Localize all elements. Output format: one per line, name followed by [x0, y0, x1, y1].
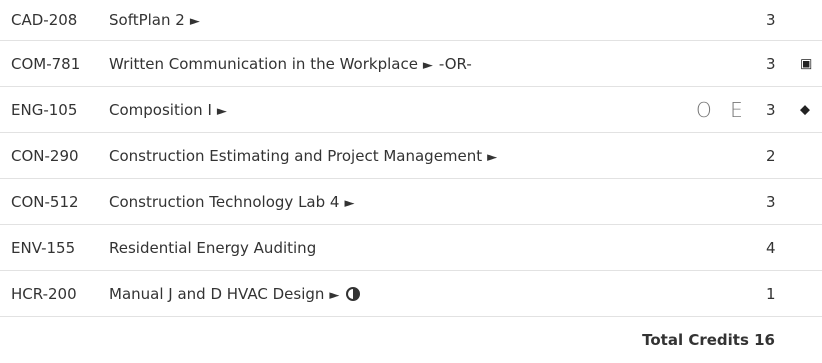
course-credits: 3	[766, 54, 776, 73]
course-title-group: Manual J and D HVAC Design ►	[109, 284, 361, 303]
course-code: ENG-105	[11, 100, 78, 119]
course-title-group: Residential Energy Auditing	[109, 239, 316, 257]
expand-arrow-icon[interactable]: ►	[329, 288, 339, 303]
course-code: COM-781	[11, 54, 81, 73]
course-credits: 3	[766, 192, 776, 211]
course-row: CAD-208 SoftPlan 2 ► 3	[0, 0, 822, 41]
course-row: CON-290 Construction Estimating and Proj…	[0, 133, 822, 179]
course-title-group: Composition I ►	[109, 101, 227, 119]
course-title: Residential Energy Auditing	[109, 238, 317, 257]
course-code: CON-290	[11, 146, 79, 165]
course-credits: 1	[766, 284, 776, 303]
course-flags: O E	[696, 97, 749, 122]
course-code: HCR-200	[11, 284, 77, 303]
course-title: Manual J and D HVAC Design	[109, 284, 325, 303]
total-row: Total Credits 16	[0, 317, 822, 363]
expand-arrow-icon[interactable]: ►	[217, 104, 227, 119]
total-credits: Total Credits 16	[642, 331, 775, 349]
expand-arrow-icon[interactable]: ►	[487, 150, 497, 165]
course-title: SoftPlan 2	[109, 11, 185, 29]
course-table: CAD-208 SoftPlan 2 ► 3 COM-781 Written Co…	[0, 0, 822, 363]
course-credits: 3	[766, 11, 776, 29]
expand-arrow-icon[interactable]: ►	[190, 14, 200, 29]
course-row: ENV-155 Residential Energy Auditing 4	[0, 225, 822, 271]
course-title-group: Construction Estimating and Project Mana…	[109, 147, 497, 165]
course-title: Composition I	[109, 100, 212, 119]
course-code: ENV-155	[11, 238, 76, 257]
course-credits: 2	[766, 146, 776, 165]
course-code: CAD-208	[11, 11, 78, 29]
course-title: Written Communication in the Workplace	[109, 54, 418, 73]
course-row: HCR-200 Manual J and D HVAC Design ► 1	[0, 271, 822, 317]
course-credits: 4	[766, 238, 776, 257]
course-title-group: Written Communication in the Workplace ► -…	[109, 55, 472, 73]
course-title-group: Construction Technology Lab 4 ►	[109, 193, 354, 211]
course-title: Construction Technology Lab 4	[109, 192, 340, 211]
course-row: COM-781 Written Communication in the Wor…	[0, 41, 822, 87]
expand-arrow-icon[interactable]: ►	[423, 58, 433, 73]
course-row: ENG-105 Composition I ► O E 3 ◆	[0, 87, 822, 133]
course-code: CON-512	[11, 192, 79, 211]
or-label: -OR-	[438, 54, 472, 73]
expand-arrow-icon[interactable]: ►	[344, 196, 354, 211]
course-credits: 3	[766, 100, 776, 119]
course-title-group: SoftPlan 2 ►	[109, 11, 200, 29]
half-circle-icon	[346, 286, 361, 301]
diamond-marker-icon: ◆	[800, 102, 810, 117]
square-marker-icon: ▣	[800, 56, 813, 71]
course-row: CON-512 Construction Technology Lab 4 ► 3	[0, 179, 822, 225]
course-title: Construction Estimating and Project Mana…	[109, 146, 483, 165]
